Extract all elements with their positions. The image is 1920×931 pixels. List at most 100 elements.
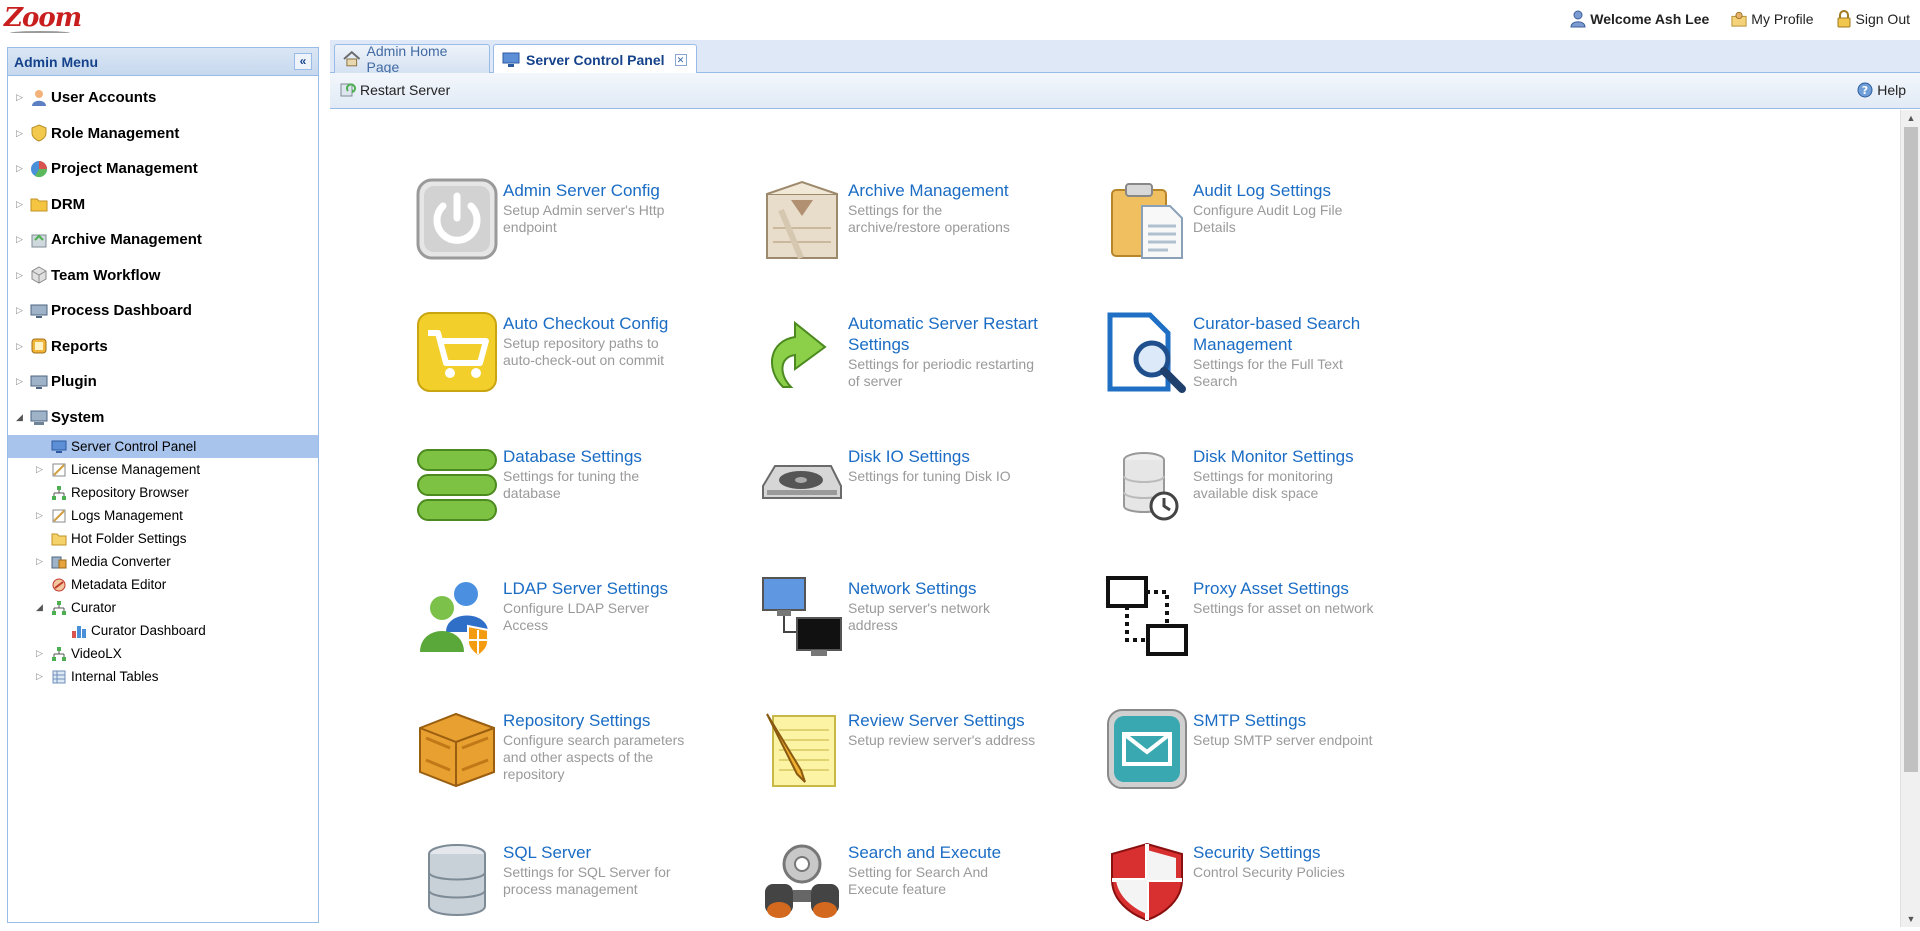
tab-server-control-panel[interactable]: Server Control Panel ✕ bbox=[493, 44, 697, 74]
card-ldap-server-settings[interactable]: LDAP Server Settings Configure LDAP Serv… bbox=[416, 576, 761, 696]
sidebar-item-drm[interactable]: ▷ DRM bbox=[8, 187, 318, 223]
sidebar-item-label: VideoLX bbox=[71, 646, 122, 661]
card-audit-log-settings[interactable]: Audit Log Settings Configure Audit Log F… bbox=[1106, 178, 1451, 298]
expand-arrow-icon[interactable]: ▷ bbox=[16, 128, 28, 139]
expand-arrow-icon[interactable]: ▷ bbox=[16, 92, 28, 103]
card-title[interactable]: Disk IO Settings bbox=[848, 446, 1048, 467]
card-sql-server[interactable]: SQL Server Settings for SQL Server for p… bbox=[416, 840, 761, 927]
expand-arrow-icon[interactable]: ▷ bbox=[16, 341, 28, 352]
admin-menu-title: Admin Menu bbox=[14, 53, 98, 70]
expand-arrow-icon[interactable]: ▷ bbox=[36, 556, 48, 567]
sidebar-item-plugin[interactable]: ▷ Plugin bbox=[8, 364, 318, 400]
card-automatic-server-restart-settings[interactable]: Automatic Server Restart Settings Settin… bbox=[761, 311, 1106, 431]
card-smtp-settings[interactable]: SMTP Settings Setup SMTP server endpoint bbox=[1106, 708, 1451, 828]
card-search-and-execute[interactable]: Search and Execute Setting for Search An… bbox=[761, 840, 1106, 927]
close-icon[interactable]: ✕ bbox=[674, 53, 687, 66]
collapse-arrow-icon[interactable]: ◢ bbox=[36, 602, 48, 613]
card-title[interactable]: Disk Monitor Settings bbox=[1193, 446, 1393, 467]
card-repository-settings[interactable]: Repository Settings Configure search par… bbox=[416, 708, 761, 828]
card-title[interactable]: Admin Server Config bbox=[503, 180, 703, 201]
sidebar-item-server-control-panel[interactable]: Server Control Panel bbox=[8, 435, 318, 458]
card-title[interactable]: Auto Checkout Config bbox=[503, 313, 703, 334]
card-title[interactable]: Archive Management bbox=[848, 180, 1048, 201]
card-review-server-settings[interactable]: Review Server Settings Setup review serv… bbox=[761, 708, 1106, 828]
sidebar-item-license-management[interactable]: ▷ License Management bbox=[8, 458, 318, 481]
card-title[interactable]: SMTP Settings bbox=[1193, 710, 1393, 731]
card-title[interactable]: Database Settings bbox=[503, 446, 703, 467]
card-title[interactable]: Repository Settings bbox=[503, 710, 703, 731]
help-button[interactable]: ? Help bbox=[1857, 82, 1906, 98]
card-security-settings[interactable]: Security Settings Control Security Polic… bbox=[1106, 840, 1451, 927]
expand-arrow-icon[interactable]: ▷ bbox=[16, 270, 28, 281]
sidebar-item-internal-tables[interactable]: ▷ Internal Tables bbox=[8, 665, 318, 688]
restart-server-button[interactable]: Restart Server bbox=[340, 82, 450, 98]
collapse-arrow-icon[interactable]: ◢ bbox=[16, 412, 28, 423]
expand-arrow-icon[interactable]: ▷ bbox=[36, 510, 48, 521]
card-title[interactable]: LDAP Server Settings bbox=[503, 578, 703, 599]
monitor-icon bbox=[30, 375, 48, 389]
card-title[interactable]: Automatic Server Restart Settings bbox=[848, 313, 1048, 355]
card-title[interactable]: Network Settings bbox=[848, 578, 1048, 599]
expand-arrow-icon[interactable]: ▷ bbox=[36, 464, 48, 475]
expand-arrow-icon[interactable]: ▷ bbox=[16, 376, 28, 387]
sidebar-item-videolx[interactable]: ▷ VideoLX bbox=[8, 642, 318, 665]
my-profile-link[interactable]: My Profile bbox=[1731, 10, 1814, 28]
card-title[interactable]: Audit Log Settings bbox=[1193, 180, 1393, 201]
welcome-user: Welcome Ash Lee bbox=[1570, 10, 1709, 28]
sidebar-item-role-management[interactable]: ▷ Role Management bbox=[8, 116, 318, 152]
sidebar-item-repository-browser[interactable]: Repository Browser bbox=[8, 481, 318, 504]
card-title[interactable]: Review Server Settings bbox=[848, 710, 1048, 731]
profile-icon bbox=[1731, 11, 1747, 27]
card-title[interactable]: Curator-based Search Management bbox=[1193, 313, 1393, 355]
scroll-up-arrow-icon[interactable]: ▲ bbox=[1901, 110, 1920, 126]
expand-arrow-icon[interactable]: ▷ bbox=[36, 671, 48, 682]
expand-arrow-icon[interactable]: ▷ bbox=[16, 234, 28, 245]
card-description: Settings for the archive/restore operati… bbox=[848, 202, 1010, 235]
sidebar-item-curator-dashboard[interactable]: Curator Dashboard bbox=[8, 619, 318, 642]
tab-admin-home-page[interactable]: Admin Home Page bbox=[334, 43, 490, 75]
scrollbar-thumb[interactable] bbox=[1904, 127, 1918, 772]
card-proxy-asset-settings[interactable]: Proxy Asset Settings Settings for asset … bbox=[1106, 576, 1451, 696]
card-disk-io-settings[interactable]: Disk IO Settings Settings for tuning Dis… bbox=[761, 444, 1106, 564]
card-curator-based-search-management[interactable]: Curator-based Search Management Settings… bbox=[1106, 311, 1451, 431]
disk-clock-icon bbox=[1123, 452, 1179, 521]
card-title[interactable]: SQL Server bbox=[503, 842, 703, 863]
admin-menu-panel: Admin Menu « ▷ User Accounts ▷ Role Mana… bbox=[7, 47, 319, 923]
sidebar-item-process-dashboard[interactable]: ▷ Process Dashboard bbox=[8, 293, 318, 329]
card-auto-checkout-config[interactable]: Auto Checkout Config Setup repository pa… bbox=[416, 311, 761, 431]
sidebar-item-project-management[interactable]: ▷ Project Management bbox=[8, 151, 318, 187]
content-scrollbar[interactable]: ▲ ▼ bbox=[1900, 110, 1920, 927]
card-description: Settings for periodic restarting of serv… bbox=[848, 356, 1034, 389]
card-database-settings[interactable]: Database Settings Settings for tuning th… bbox=[416, 444, 761, 564]
sidebar-item-logs-management[interactable]: ▷ Logs Management bbox=[8, 504, 318, 527]
sidebar-item-label: Team Workflow bbox=[51, 266, 161, 284]
sidebar-item-reports[interactable]: ▷ Reports bbox=[8, 329, 318, 365]
expand-arrow-icon[interactable]: ▷ bbox=[16, 305, 28, 316]
sidebar-item-metadata-editor[interactable]: Metadata Editor bbox=[8, 573, 318, 596]
sign-out-link[interactable]: Sign Out bbox=[1836, 10, 1910, 28]
sidebar-item-archive-management[interactable]: ▷ Archive Management bbox=[8, 222, 318, 258]
card-archive-management[interactable]: Archive Management Settings for the arch… bbox=[761, 178, 1106, 298]
tree-icon bbox=[52, 600, 66, 615]
sidebar-item-hot-folder-settings[interactable]: Hot Folder Settings bbox=[8, 527, 318, 550]
reports-icon bbox=[31, 338, 47, 354]
card-disk-monitor-settings[interactable]: Disk Monitor Settings Settings for monit… bbox=[1106, 444, 1451, 564]
license-icon bbox=[52, 463, 66, 476]
double-chevron-left-icon[interactable]: « bbox=[294, 53, 312, 70]
sidebar-item-media-converter[interactable]: ▷ Media Converter bbox=[8, 550, 318, 573]
sidebar-item-team-workflow[interactable]: ▷ Team Workflow bbox=[8, 258, 318, 294]
sidebar-item-curator[interactable]: ◢ Curator bbox=[8, 596, 318, 619]
card-network-settings[interactable]: Network Settings Setup server's network … bbox=[761, 576, 1106, 696]
sidebar-item-label: Process Dashboard bbox=[51, 302, 192, 320]
card-title[interactable]: Proxy Asset Settings bbox=[1193, 578, 1393, 599]
card-title[interactable]: Search and Execute bbox=[848, 842, 1048, 863]
expand-arrow-icon[interactable]: ▷ bbox=[16, 199, 28, 210]
scroll-down-arrow-icon[interactable]: ▼ bbox=[1901, 911, 1920, 927]
card-admin-server-config[interactable]: Admin Server Config Setup Admin server's… bbox=[416, 178, 761, 298]
card-title[interactable]: Security Settings bbox=[1193, 842, 1393, 863]
expand-arrow-icon[interactable]: ▷ bbox=[36, 648, 48, 659]
sidebar-item-user-accounts[interactable]: ▷ User Accounts bbox=[8, 80, 318, 116]
expand-arrow-icon[interactable]: ▷ bbox=[16, 163, 28, 174]
sidebar-item-system[interactable]: ◢ System bbox=[8, 400, 318, 436]
welcome-text: Welcome Ash Lee bbox=[1590, 11, 1710, 27]
